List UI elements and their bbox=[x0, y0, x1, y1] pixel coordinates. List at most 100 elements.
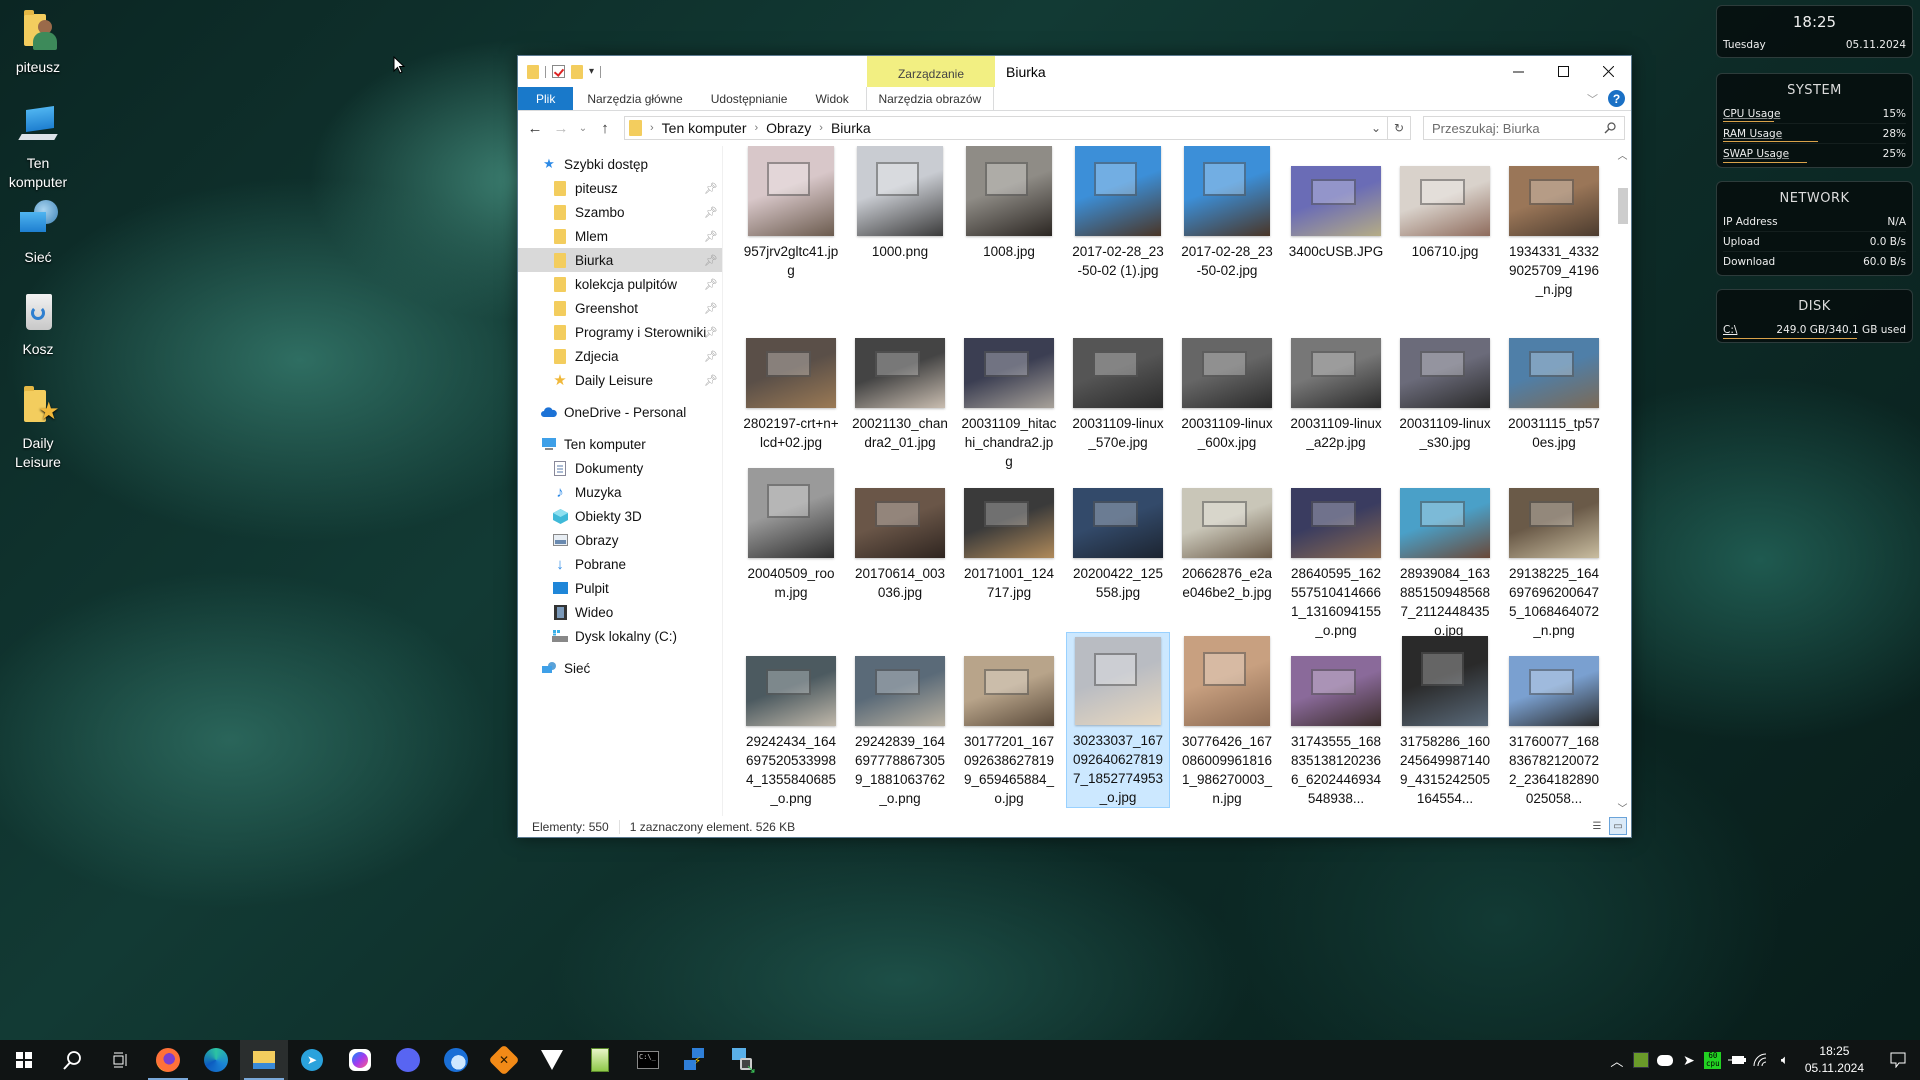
start-button[interactable] bbox=[0, 1040, 48, 1080]
metric-label[interactable]: CPU Usage bbox=[1723, 108, 1780, 120]
tray-telegram[interactable]: ➤ bbox=[1677, 1040, 1701, 1080]
properties-icon[interactable] bbox=[552, 65, 565, 78]
file-item[interactable]: 29242839_1646977788673059_1881063762_o.p… bbox=[848, 632, 952, 808]
up-button[interactable]: ↑ bbox=[594, 117, 616, 139]
tab-widok[interactable]: Widok bbox=[801, 87, 862, 110]
file-item[interactable]: 20200422_125558.jpg bbox=[1066, 464, 1170, 602]
nav-pinned-item[interactable]: Mlem 📌︎ bbox=[518, 224, 722, 248]
nav-pinned-item[interactable]: Greenshot 📌︎ bbox=[518, 296, 722, 320]
nav-onedrive[interactable]: OneDrive - Personal bbox=[518, 400, 722, 424]
file-item[interactable]: 29138225_1646976962006475_1068464072_n.p… bbox=[1502, 464, 1606, 640]
pin-icon[interactable]: 📌︎ bbox=[704, 374, 718, 387]
file-item[interactable]: 957jrv2gltc41.jpg bbox=[739, 146, 843, 280]
large-icons-view-button[interactable]: ▭ bbox=[1609, 817, 1627, 835]
desktop-icon-kosz[interactable]: Kosz bbox=[2, 290, 74, 359]
nav-network[interactable]: Sieć bbox=[518, 656, 722, 680]
nav-this-pc-item[interactable]: Wideo bbox=[518, 600, 722, 624]
file-item[interactable]: 28640595_1625575104146661_1316094155_o.p… bbox=[1284, 464, 1388, 640]
desktop-icon-piteusz[interactable]: piteusz bbox=[2, 8, 74, 77]
file-item[interactable]: 20662876_e2ae046be2_b.jpg bbox=[1175, 464, 1279, 602]
file-item[interactable]: 20170614_003036.jpg bbox=[848, 464, 952, 602]
file-item[interactable]: 20171001_124717.jpg bbox=[957, 464, 1061, 602]
pin-icon[interactable]: 📌︎ bbox=[704, 350, 718, 363]
refresh-icon[interactable]: ↻ bbox=[1388, 121, 1410, 135]
action-center-button[interactable] bbox=[1876, 1040, 1920, 1080]
file-item[interactable]: 29242434_1646975205339984_1355840685_o.p… bbox=[739, 632, 843, 808]
file-item[interactable]: 106710.jpg bbox=[1393, 146, 1497, 261]
file-item[interactable]: 20040509_room.jpg bbox=[739, 464, 843, 602]
taskbar-clock[interactable]: 18:25 05.11.2024 bbox=[1805, 1043, 1864, 1077]
search-input[interactable]: Przeszukaj: Biurka bbox=[1423, 116, 1625, 140]
breadcrumb-obrazy[interactable]: Obrazy bbox=[766, 120, 811, 136]
pin-icon[interactable]: 📌︎ bbox=[704, 230, 718, 243]
address-history-dropdown-icon[interactable]: ⌄ bbox=[1365, 121, 1387, 135]
file-item[interactable]: 20031109-linux_a22p.jpg bbox=[1284, 314, 1388, 452]
pin-icon[interactable]: 📌︎ bbox=[704, 206, 718, 219]
file-item[interactable]: 31760077_1688367821200722_23641828900250… bbox=[1502, 632, 1606, 808]
file-item[interactable]: 2802197-crt+n+lcd+02.jpg bbox=[739, 314, 843, 452]
nav-this-pc-item[interactable]: Pulpit bbox=[518, 576, 722, 600]
metric-label[interactable]: RAM Usage bbox=[1723, 128, 1782, 140]
nav-pinned-item[interactable]: kolekcja pulpitów 📌︎ bbox=[518, 272, 722, 296]
task-view-button[interactable] bbox=[96, 1040, 144, 1080]
tray-discord[interactable] bbox=[1653, 1040, 1677, 1080]
tab-udostepnianie[interactable]: Udostępnianie bbox=[697, 87, 802, 110]
desktop-icon-ten-komputer[interactable]: Ten komputer bbox=[2, 104, 74, 192]
new-folder-icon[interactable] bbox=[571, 64, 583, 79]
taskbar-firefox[interactable] bbox=[144, 1040, 192, 1080]
taskbar-app-x[interactable]: ✕ bbox=[480, 1040, 528, 1080]
taskbar-network-lock[interactable]: ↘ bbox=[720, 1040, 768, 1080]
customize-qat-icon[interactable]: ▾ bbox=[589, 66, 594, 77]
pin-icon[interactable]: 📌︎ bbox=[704, 278, 718, 291]
file-item[interactable]: 31758286_1602456499871409_43152425051645… bbox=[1393, 632, 1497, 808]
nav-this-pc-item[interactable]: Dysk lokalny (C:) bbox=[518, 624, 722, 648]
nav-pinned-item[interactable]: Zdjecia 📌︎ bbox=[518, 344, 722, 368]
file-item[interactable]: 1934331_43329025709_4196_n.jpg bbox=[1502, 146, 1606, 299]
nav-pinned-item[interactable]: Programy i Sterowniki 📌︎ bbox=[518, 320, 722, 344]
scrollbar-thumb[interactable] bbox=[1618, 188, 1628, 224]
taskbar-edge[interactable] bbox=[192, 1040, 240, 1080]
help-icon[interactable]: ? bbox=[1608, 90, 1625, 107]
taskbar-foobar[interactable] bbox=[528, 1040, 576, 1080]
nav-pinned-item[interactable]: piteusz 📌︎ bbox=[518, 176, 722, 200]
taskbar-terminal[interactable]: C:\_ bbox=[624, 1040, 672, 1080]
breadcrumb-biurka[interactable]: Biurka bbox=[831, 120, 871, 136]
nav-pinned-item[interactable]: Biurka 📌︎ bbox=[518, 248, 722, 272]
tab-narzedzia-glowne[interactable]: Narzędzia główne bbox=[573, 87, 696, 110]
title-bar[interactable]: ▾ Zarządzanie Biurka bbox=[518, 56, 1631, 87]
taskbar-search-button[interactable] bbox=[48, 1040, 96, 1080]
pin-icon[interactable]: 📌︎ bbox=[704, 326, 718, 339]
expand-ribbon-icon[interactable]: ﹀ bbox=[1587, 91, 1598, 107]
taskbar-remote-desktop[interactable]: ⚡ bbox=[672, 1040, 720, 1080]
file-item[interactable]: 20031109-linux_600x.jpg bbox=[1175, 314, 1279, 452]
scroll-up-icon[interactable]: ︿ bbox=[1614, 146, 1631, 163]
nav-quick-access[interactable]: ★ Szybki dostęp bbox=[518, 152, 722, 176]
minimize-button[interactable] bbox=[1496, 56, 1541, 86]
address-bar[interactable]: › Ten komputer › Obrazy › Biurka ⌄ ↻ bbox=[624, 116, 1411, 140]
back-button[interactable]: ← bbox=[524, 117, 546, 139]
breadcrumb-ten-komputer[interactable]: Ten komputer bbox=[662, 120, 747, 136]
taskbar-telegram[interactable]: ➤ bbox=[288, 1040, 336, 1080]
file-item[interactable]: 1000.png bbox=[848, 146, 952, 261]
tray-greenshot[interactable] bbox=[1629, 1040, 1653, 1080]
tab-narzedzia-obrazow[interactable]: Narzędzia obrazów bbox=[865, 87, 994, 110]
file-list-view[interactable]: 957jrv2gltc41.jpg 1000.png 1008.jpg 2017-02… bbox=[723, 146, 1631, 816]
nav-this-pc-item[interactable]: Obiekty 3D bbox=[518, 504, 722, 528]
file-item[interactable]: 31743555_1688351381202366_62024469345489… bbox=[1284, 632, 1388, 808]
maximize-button[interactable] bbox=[1541, 56, 1586, 86]
pin-icon[interactable]: 📌︎ bbox=[704, 302, 718, 315]
tab-plik[interactable]: Plik bbox=[518, 87, 574, 110]
file-item[interactable]: 20031109-linux_570e.jpg bbox=[1066, 314, 1170, 452]
file-item[interactable]: 20031115_tp570es.jpg bbox=[1502, 314, 1606, 452]
pin-icon[interactable]: 📌︎ bbox=[704, 254, 718, 267]
tray-battery[interactable] bbox=[1725, 1040, 1749, 1080]
file-item[interactable]: 3400cUSB.JPG bbox=[1284, 146, 1388, 261]
nav-this-pc-item[interactable]: Obrazy bbox=[518, 528, 722, 552]
details-view-button[interactable]: ☰ bbox=[1588, 817, 1606, 835]
file-item[interactable]: 1008.jpg bbox=[957, 146, 1061, 261]
file-item[interactable]: 28939084_1638851509485687_2112448435_o.j… bbox=[1393, 464, 1497, 640]
file-item[interactable]: 20021130_chandra2_01.jpg bbox=[848, 314, 952, 452]
nav-this-pc-item[interactable]: Dokumenty bbox=[518, 456, 722, 480]
desktop-icon-siec[interactable]: Sieć bbox=[2, 198, 74, 267]
file-item[interactable]: 2017-02-28_23-50-02 (1).jpg bbox=[1066, 146, 1170, 280]
